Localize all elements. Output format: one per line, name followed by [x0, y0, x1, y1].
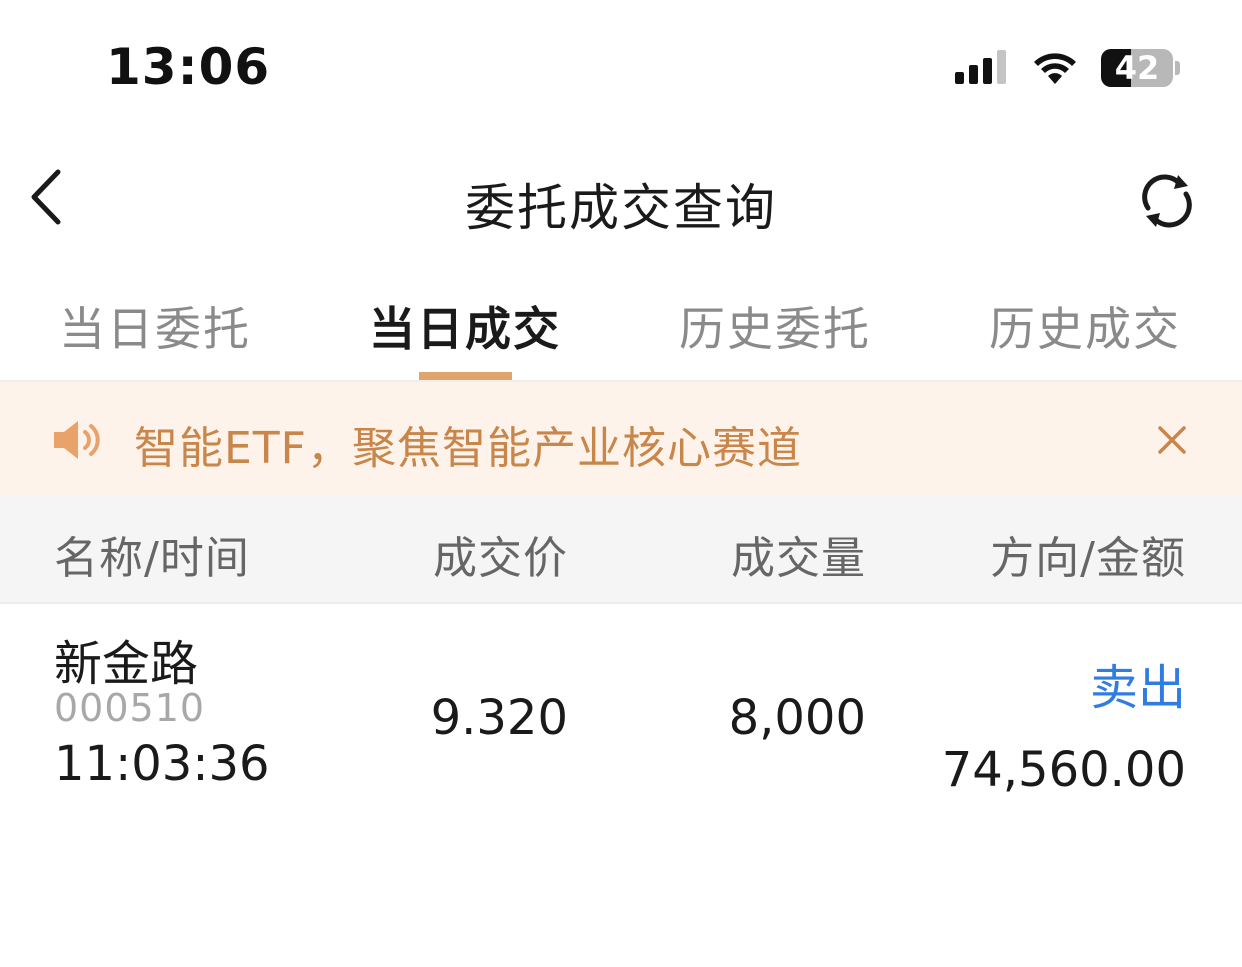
- table-header: 名称/时间 成交价 成交量 方向/金额: [0, 496, 1242, 604]
- battery-level: 42: [1114, 49, 1160, 87]
- header-price: 成交价: [433, 533, 568, 584]
- header-name-time: 名称/时间: [54, 533, 250, 584]
- nav-bar: 委托成交查询: [0, 140, 1242, 255]
- trade-time: 11:03:36: [54, 736, 270, 792]
- tab-history-orders[interactable]: 历史委托: [679, 293, 871, 359]
- status-icons: 42: [955, 46, 1180, 90]
- tab-today-orders[interactable]: 当日委托: [59, 293, 251, 359]
- header-volume: 成交量: [731, 533, 866, 584]
- tab-history-trades[interactable]: 历史成交: [989, 293, 1181, 359]
- trade-price: 9.320: [430, 690, 568, 746]
- close-icon[interactable]: [1152, 420, 1192, 460]
- active-tab-indicator: [419, 372, 512, 380]
- wifi-icon: [1034, 53, 1076, 84]
- notice-banner[interactable]: 智能ETF，聚焦智能产业核心赛道: [0, 382, 1242, 496]
- trade-direction: 卖出: [1089, 660, 1186, 716]
- page-title: 委托成交查询: [465, 179, 777, 237]
- header-direction-amount: 方向/金额: [990, 533, 1186, 584]
- table-row[interactable]: 新金路 000510 11:03:36 9.320 8,000 卖出 74,56…: [0, 604, 1242, 814]
- notice-text: 智能ETF，聚焦智能产业核心赛道: [134, 423, 802, 474]
- trade-volume: 8,000: [728, 690, 866, 746]
- stock-code: 000510: [54, 686, 206, 730]
- status-time: 13:06: [106, 38, 271, 96]
- stock-name: 新金路: [54, 636, 199, 692]
- status-bar: 13:06 42: [0, 0, 1242, 130]
- trade-amount: 74,560.00: [941, 742, 1186, 798]
- tab-today-trades[interactable]: 当日成交: [369, 293, 561, 359]
- refresh-button[interactable]: [1134, 168, 1200, 234]
- speaker-icon: [54, 421, 100, 459]
- signal-icon: [955, 50, 1006, 84]
- refresh-icon: [1142, 174, 1192, 228]
- tab-bar: 当日委托 当日成交 历史委托 历史成交: [0, 265, 1242, 382]
- battery-icon: 42: [1101, 49, 1173, 87]
